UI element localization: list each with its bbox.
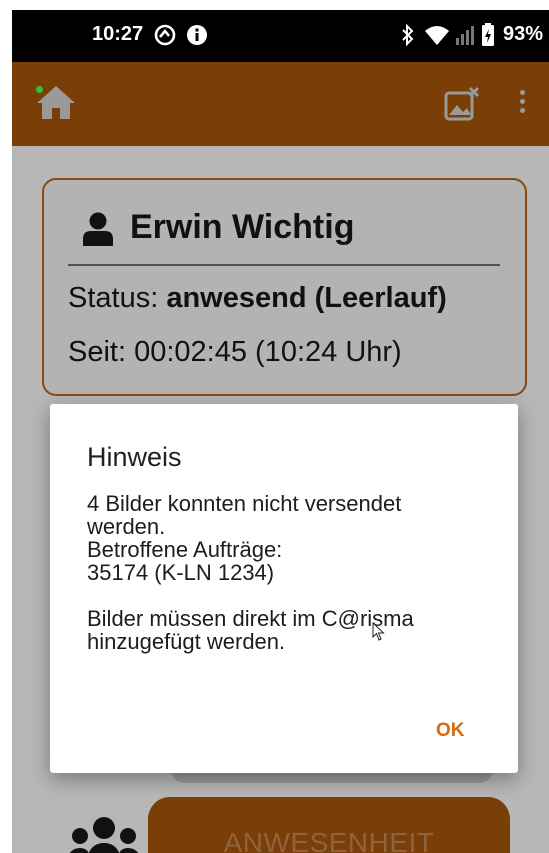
signal-icon [456, 26, 474, 45]
dialog-line [87, 584, 487, 607]
dialog-line: Betroffene Aufträge: [87, 537, 283, 562]
person-icon [83, 212, 113, 246]
status-time: 10:27 [92, 23, 144, 45]
sync-icon [154, 24, 176, 46]
dialog-title: Hinweis [87, 442, 182, 472]
battery-icon [482, 23, 494, 46]
employee-status: Status: anwesend (Leerlauf) [68, 282, 447, 315]
battery-percent: 93% [502, 23, 543, 45]
dialog-line: Bilder müssen direkt im C@risma [87, 606, 414, 631]
more-vert-icon[interactable] [512, 90, 532, 120]
dialog-line: 4 Bilder konnten nicht versendet [87, 491, 402, 516]
app-bar [12, 62, 549, 146]
dialog-line: hinzugefügt werden. [87, 629, 286, 654]
bluetooth-icon [402, 24, 414, 46]
image-error-icon[interactable] [444, 86, 480, 122]
dialog-message: 4 Bilder konnten nicht versendet werden.… [87, 492, 487, 653]
phone-screen: 10:27 93% Erwin Wichtig Status: anwesend… [12, 10, 549, 853]
dialog-line: werden. [87, 514, 166, 539]
wifi-icon [425, 26, 449, 45]
notice-dialog: Hinweis 4 Bilder konnten nicht versendet… [50, 404, 518, 773]
card-divider [68, 264, 500, 266]
mouse-cursor-icon [372, 622, 385, 641]
group-icon [69, 817, 139, 853]
dialog-line: 35174 (K-LN 1234) [87, 560, 275, 585]
status-label: Status: [68, 282, 167, 314]
status-value: anwesend (Leerlauf) [166, 282, 447, 314]
info-icon [187, 25, 207, 45]
online-indicator [36, 86, 43, 93]
status-bar: 10:27 93% [12, 10, 549, 62]
status-since: Seit: 00:02:45 (10:24 Uhr) [68, 336, 402, 368]
employee-status-card: Erwin Wichtig Status: anwesend (Leerlauf… [42, 178, 527, 396]
employee-name: Erwin Wichtig [130, 208, 355, 246]
presence-button[interactable]: ANWESENHEIT [148, 797, 510, 853]
ok-button[interactable]: OK [436, 720, 465, 742]
